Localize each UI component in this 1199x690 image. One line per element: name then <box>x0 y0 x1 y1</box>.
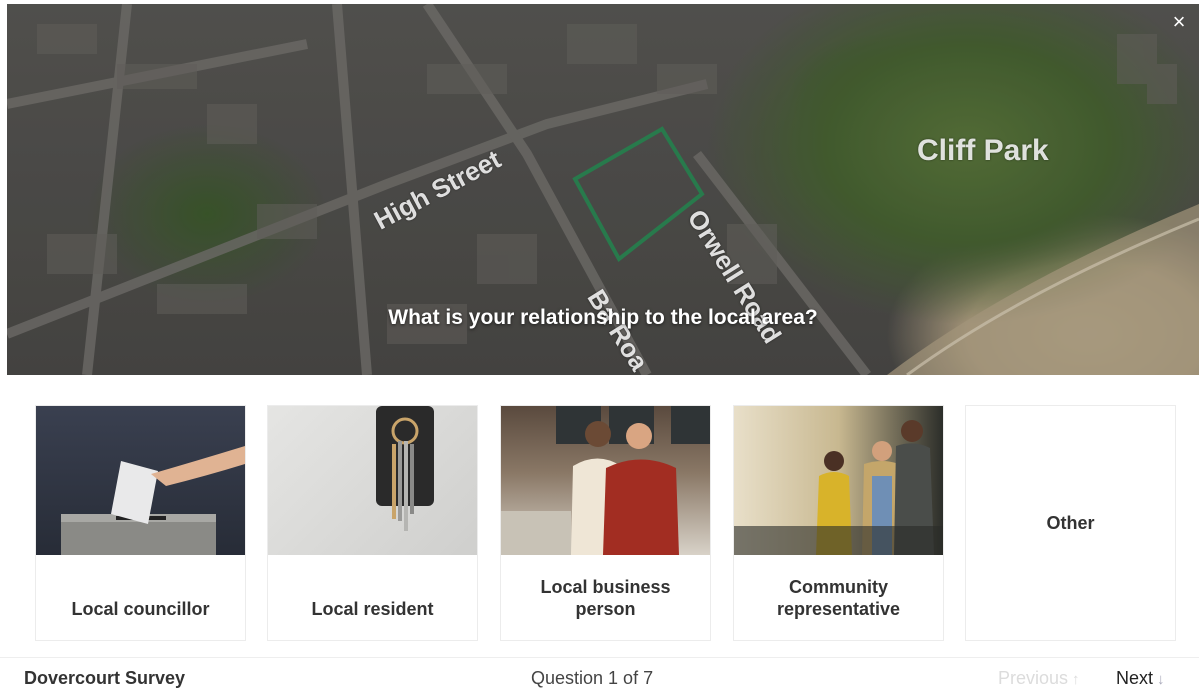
previous-button[interactable]: Previous ↑ <box>998 668 1080 689</box>
ballot-box-photo <box>36 406 245 555</box>
question-progress: Question 1 of 7 <box>531 668 654 688</box>
option-community-representative[interactable]: Community representative <box>733 405 944 641</box>
option-label: Community representative <box>776 577 901 619</box>
house-keys-photo <box>268 406 477 555</box>
option-other[interactable]: Other <box>965 405 1176 641</box>
next-label: Next <box>1116 668 1154 688</box>
close-icon[interactable]: × <box>1167 10 1191 34</box>
option-local-councillor[interactable]: Local councillor <box>35 405 246 641</box>
option-label: Local business person <box>540 577 671 619</box>
map-label-cliff-park: Cliff Park <box>917 134 1049 167</box>
option-local-resident[interactable]: Local resident <box>267 405 478 641</box>
aerial-map-hero: Cliff Park High Street Orwell Road Ba Ro… <box>7 4 1199 375</box>
option-label: Local councillor <box>71 599 210 619</box>
option-label: Local resident <box>311 599 434 619</box>
previous-label: Previous <box>998 668 1069 688</box>
people-talking-photo <box>734 406 943 555</box>
survey-footer: Dovercourt Survey Question 1 of 7 Previo… <box>0 657 1199 690</box>
next-button[interactable]: Next ↓ <box>1116 668 1165 689</box>
arrow-down-icon: ↓ <box>1157 671 1165 688</box>
answer-options: Local councillor Local resident Local bu… <box>35 405 1180 643</box>
option-label: Other <box>1046 513 1095 533</box>
survey-page: Cliff Park High Street Orwell Road Ba Ro… <box>0 0 1199 690</box>
survey-title: Dovercourt Survey <box>24 668 186 688</box>
question-title: What is your relationship to the local a… <box>388 306 818 329</box>
cafe-owners-photo <box>501 406 710 555</box>
option-local-business-person[interactable]: Local business person <box>500 405 711 641</box>
arrow-up-icon: ↑ <box>1072 671 1080 688</box>
